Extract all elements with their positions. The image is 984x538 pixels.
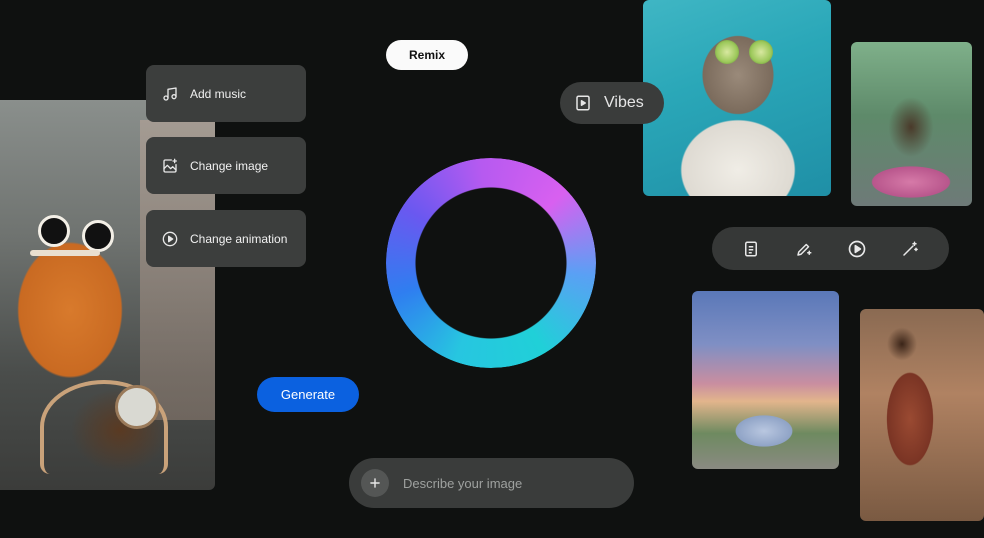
add-music-button[interactable]: Add music bbox=[146, 65, 306, 122]
spa-cat-image bbox=[643, 0, 831, 196]
change-image-label: Change image bbox=[190, 158, 269, 173]
vibes-label: Vibes bbox=[604, 94, 644, 111]
play-circle-icon bbox=[162, 231, 178, 246]
van-landscape-image bbox=[692, 291, 839, 469]
prompt-input[interactable]: Describe your image bbox=[349, 458, 634, 508]
pen-sparkle-icon bbox=[797, 243, 812, 256]
edit-pen-button[interactable] bbox=[791, 236, 817, 262]
remix-button[interactable]: Remix bbox=[386, 40, 468, 70]
prompt-placeholder: Describe your image bbox=[403, 475, 523, 491]
generate-label: Generate bbox=[280, 387, 336, 402]
monster-left-eye bbox=[38, 215, 70, 247]
vibes-chip[interactable]: Vibes bbox=[560, 82, 664, 124]
play-square-icon bbox=[576, 95, 590, 111]
generate-button[interactable]: Generate bbox=[257, 377, 359, 412]
monster-right-eye bbox=[82, 220, 114, 252]
monster-mouth bbox=[30, 250, 100, 256]
play-circle-icon bbox=[848, 240, 866, 257]
magic-wand-button[interactable] bbox=[897, 236, 923, 262]
play-button[interactable] bbox=[844, 236, 870, 262]
plus-icon bbox=[370, 478, 380, 488]
football-player-image bbox=[860, 309, 984, 521]
moose-trampoline-image bbox=[851, 42, 972, 206]
change-image-button[interactable]: Change image bbox=[146, 137, 306, 194]
image-sparkle-icon bbox=[163, 158, 177, 173]
remix-label: Remix bbox=[408, 48, 446, 62]
add-attachment-button[interactable] bbox=[361, 469, 389, 497]
generation-ring bbox=[386, 158, 596, 368]
motorcycle-headlamp bbox=[115, 385, 159, 429]
change-animation-label: Change animation bbox=[190, 231, 288, 246]
document-icon bbox=[744, 241, 757, 256]
music-note-icon bbox=[163, 86, 177, 101]
document-button[interactable] bbox=[738, 236, 764, 262]
cucumber-slice-left bbox=[715, 40, 739, 64]
magic-wand-icon bbox=[903, 241, 919, 256]
cucumber-slice-right bbox=[749, 40, 773, 64]
edit-toolbar bbox=[712, 227, 949, 270]
add-music-label: Add music bbox=[190, 86, 247, 101]
change-animation-button[interactable]: Change animation bbox=[146, 210, 306, 267]
